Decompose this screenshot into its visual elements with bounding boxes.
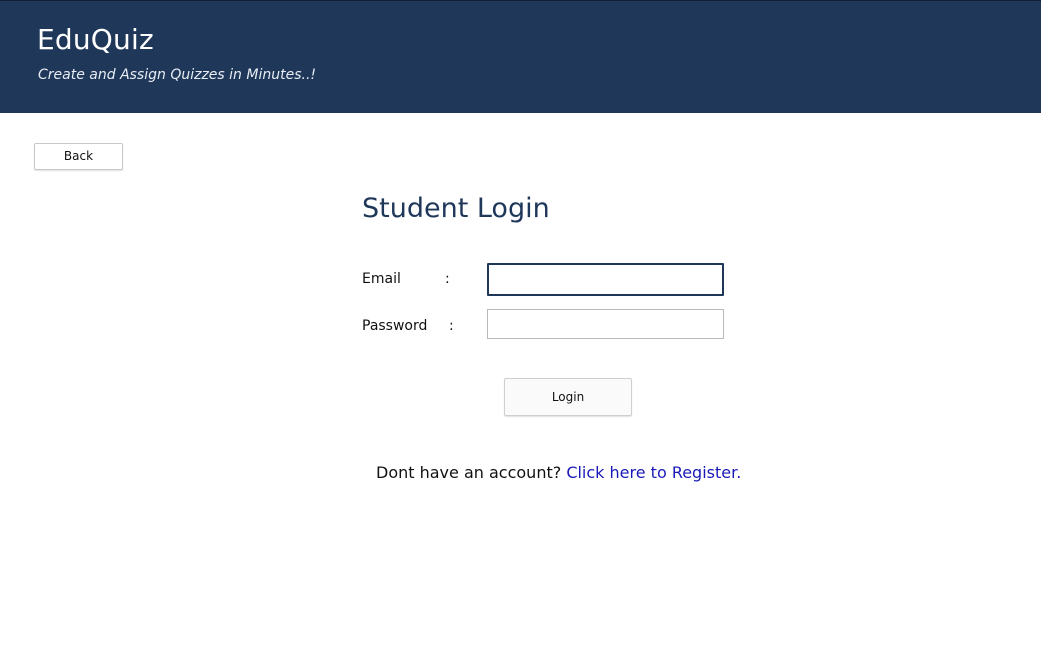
back-button[interactable]: Back xyxy=(34,143,123,170)
register-prompt-row: Dont have an account? Click here to Regi… xyxy=(376,463,741,482)
page-title: Student Login xyxy=(362,193,550,224)
email-label-colon: : xyxy=(445,271,450,287)
email-field[interactable] xyxy=(487,263,724,296)
password-field[interactable] xyxy=(487,309,724,339)
register-link[interactable]: Click here to Register. xyxy=(566,463,741,482)
brand-tagline: Create and Assign Quizzes in Minutes..! xyxy=(38,67,317,83)
login-button[interactable]: Login xyxy=(504,378,632,416)
password-label-colon: : xyxy=(449,318,454,334)
email-label: Email xyxy=(362,271,401,287)
password-label: Password xyxy=(362,318,428,334)
brand-title: EduQuiz xyxy=(37,23,154,56)
register-prompt-text: Dont have an account? xyxy=(376,463,562,482)
app-header: EduQuiz Create and Assign Quizzes in Min… xyxy=(0,0,1041,113)
